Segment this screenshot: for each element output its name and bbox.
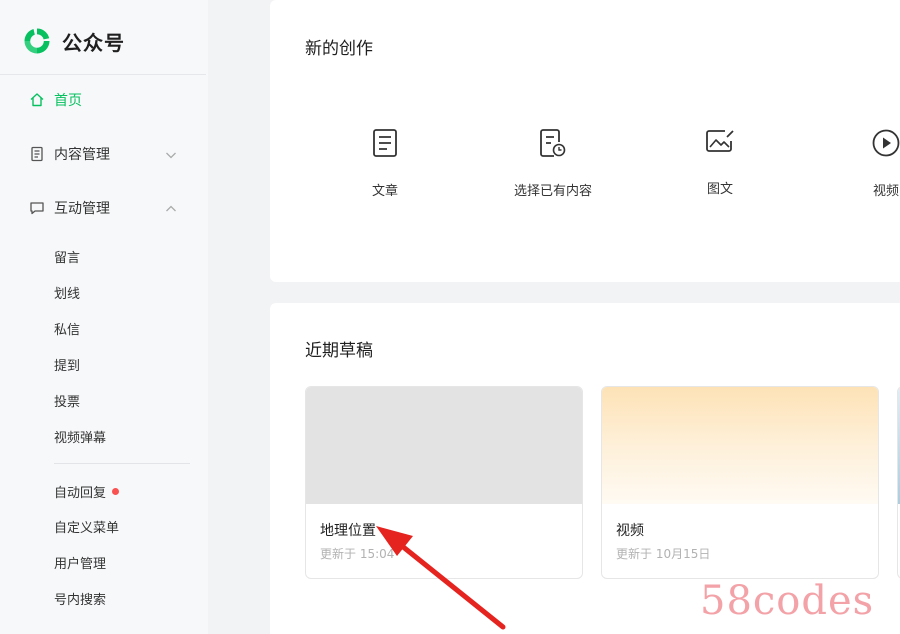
document-icon	[373, 129, 397, 157]
nav-item-home[interactable]: 首页	[28, 90, 82, 110]
sidebar-item-search[interactable]: 号内搜索	[54, 589, 106, 608]
sidebar: 公众号 首页 内容管理 互动管理 留言 划线 私信 提到 投票 视频弹幕 自动回…	[0, 0, 208, 634]
draft-thumbnail	[306, 387, 582, 504]
brand[interactable]: 公众号	[22, 26, 125, 56]
draft-card[interactable]: 地理位置 更新于 15:04	[305, 386, 583, 579]
draft-updated-time: 更新于 15:04	[320, 547, 395, 561]
create-item-label: 选择已有内容	[513, 184, 592, 199]
select-existing-button[interactable]: 选择已有内容	[493, 128, 613, 199]
wechat-logo-icon	[24, 28, 50, 54]
play-icon	[872, 129, 900, 157]
draft-updated-time: 更新于 10月15日	[616, 547, 711, 561]
notification-dot	[112, 488, 120, 495]
sidebar-item-user-management[interactable]: 用户管理	[54, 553, 106, 572]
divider	[0, 74, 206, 75]
create-item-label: 文章	[371, 184, 398, 199]
nav-item-content[interactable]: 内容管理	[28, 144, 110, 164]
nav-item-interaction[interactable]: 互动管理	[28, 198, 110, 218]
section-title: 近期草稿	[305, 341, 373, 361]
nav-item-label: 首页	[54, 93, 82, 109]
divider	[54, 463, 190, 464]
new-creation-card: 新的创作 文章 选择已有内容 图文 视频	[270, 0, 900, 282]
sidebar-item-comments[interactable]: 留言	[54, 247, 80, 266]
draft-thumbnail	[602, 387, 878, 504]
watermark: 58codes	[700, 578, 875, 624]
create-item-label: 视频	[872, 184, 899, 199]
sidebar-item-video-danmaku[interactable]: 视频弹幕	[54, 427, 106, 446]
sidebar-item-messages[interactable]: 私信	[54, 319, 80, 338]
sidebar-item-mentions[interactable]: 提到	[54, 355, 80, 374]
nav-item-label: 互动管理	[54, 201, 110, 217]
create-article-button[interactable]: 文章	[325, 128, 445, 199]
draft-card[interactable]: 视频 更新于 10月15日	[601, 386, 879, 579]
section-title: 新的创作	[305, 39, 373, 59]
create-image-post-button[interactable]: 图文	[660, 128, 780, 197]
nav-item-label: 内容管理	[54, 147, 110, 163]
sidebar-item-label: 自动回复	[54, 486, 107, 501]
chevron-down-icon[interactable]	[164, 148, 178, 162]
sidebar-item-highlights[interactable]: 划线	[54, 283, 80, 302]
document-icon	[28, 145, 46, 163]
chevron-up-icon[interactable]	[164, 202, 178, 216]
sidebar-item-auto-reply[interactable]: 自动回复	[54, 482, 120, 501]
home-icon	[28, 91, 46, 109]
draft-title: 视频	[616, 523, 644, 539]
create-item-label: 图文	[706, 182, 733, 197]
create-video-button[interactable]: 视频	[826, 128, 900, 199]
brand-name: 公众号	[62, 30, 125, 55]
draft-title: 地理位置	[320, 523, 376, 539]
document-clock-icon	[540, 129, 566, 157]
sidebar-item-custom-menu[interactable]: 自定义菜单	[54, 517, 119, 536]
image-edit-icon	[706, 130, 734, 152]
comment-icon	[28, 199, 46, 217]
sidebar-item-votes[interactable]: 投票	[54, 391, 80, 410]
